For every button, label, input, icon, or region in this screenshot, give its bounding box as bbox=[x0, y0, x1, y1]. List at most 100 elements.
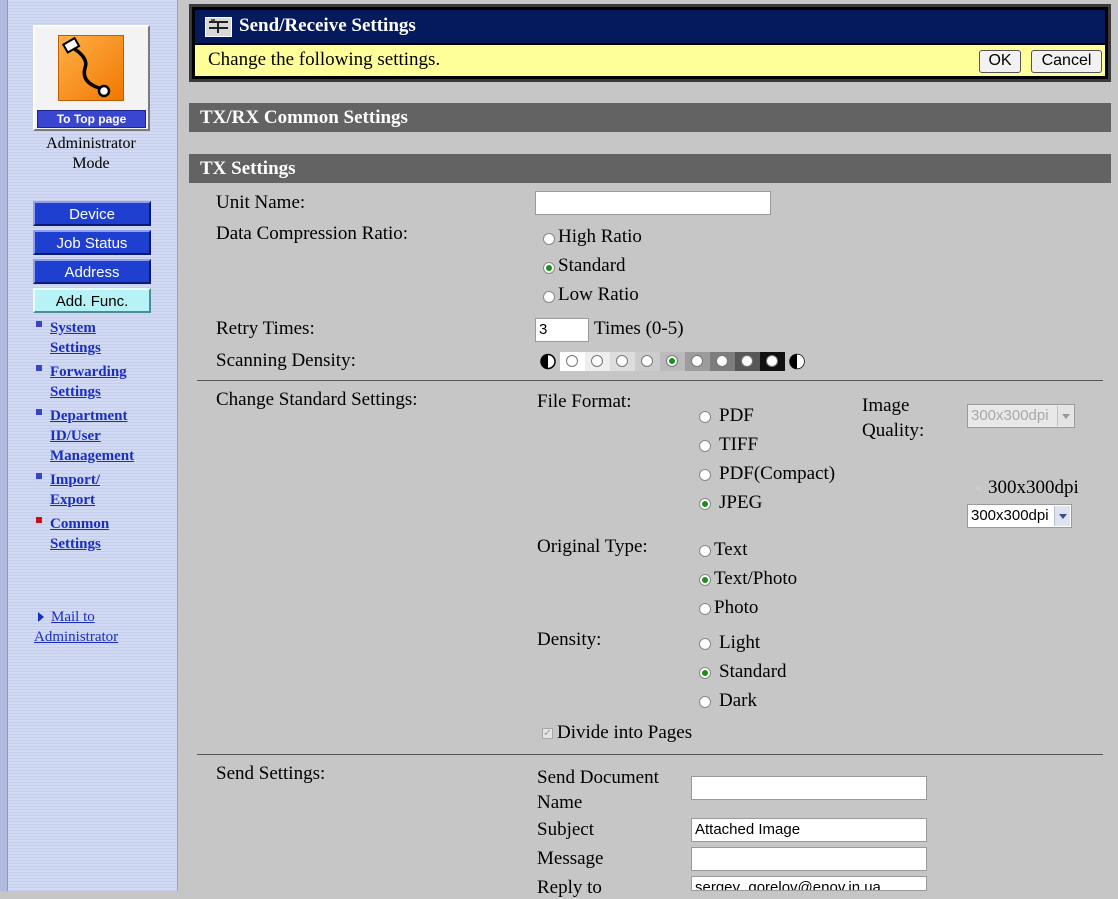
compression-high-label: High Ratio bbox=[558, 226, 642, 247]
scan-density-radio[interactable] bbox=[666, 355, 678, 367]
format-pdf-label: PDF bbox=[719, 405, 754, 426]
unit-name-input[interactable] bbox=[535, 191, 771, 215]
scan-density-radio[interactable] bbox=[716, 355, 728, 367]
page-header: Send/Receive Settings Change the followi… bbox=[189, 4, 1111, 82]
compression-low-radio[interactable] bbox=[543, 291, 555, 303]
divider bbox=[197, 380, 1103, 381]
jpeg-resolution-text: 300x300dpi bbox=[988, 477, 1079, 498]
sidebar-edge bbox=[0, 0, 8, 891]
scan-density-level-7[interactable] bbox=[710, 352, 735, 371]
disabled-radio-icon bbox=[976, 486, 981, 491]
image-quality-select: 300x300dpi bbox=[967, 404, 1075, 428]
format-jpeg-radio[interactable] bbox=[699, 498, 711, 510]
density-standard-radio[interactable] bbox=[699, 667, 711, 679]
subject-input[interactable]: Attached Image bbox=[691, 818, 927, 842]
link-line: System bbox=[50, 320, 96, 336]
doc-name-line: Name bbox=[537, 792, 583, 813]
original-text-photo-label: Text/Photo bbox=[714, 568, 798, 589]
compression-standard-radio[interactable] bbox=[543, 262, 555, 274]
density-standard-label: Standard bbox=[719, 661, 787, 682]
retry-input[interactable]: 3 bbox=[535, 318, 589, 342]
sidebar-link-forwarding-settings[interactable]: Forwarding Settings bbox=[50, 362, 170, 402]
link-line: Export bbox=[50, 492, 95, 508]
header-message-bar: Change the following settings. OK Cancel bbox=[195, 45, 1105, 76]
scan-density-level-8[interactable] bbox=[735, 352, 760, 371]
divide-pages-checkbox[interactable]: ✓ bbox=[542, 728, 553, 739]
jpeg-resolution-select[interactable]: 300x300dpi bbox=[967, 504, 1072, 528]
format-tiff-radio[interactable] bbox=[699, 440, 711, 452]
device-button[interactable]: Device bbox=[33, 201, 151, 226]
mode-line-2: Mode bbox=[72, 155, 110, 172]
bullet-icon bbox=[36, 321, 42, 327]
job-status-button[interactable]: Job Status bbox=[33, 230, 151, 255]
ok-button[interactable]: OK bbox=[979, 50, 1021, 73]
scan-density-radio[interactable] bbox=[741, 355, 753, 367]
link-line: ID/User bbox=[50, 428, 101, 444]
scan-density-level-3[interactable] bbox=[610, 352, 635, 371]
scan-density-radio[interactable] bbox=[566, 355, 578, 367]
scan-density-level-1[interactable] bbox=[560, 352, 585, 371]
compression-standard-label: Standard bbox=[558, 255, 626, 276]
change-standard-label: Change Standard Settings: bbox=[216, 389, 418, 410]
format-pdf-compact-radio[interactable] bbox=[699, 469, 711, 481]
top-page-button[interactable]: To Top page bbox=[33, 25, 150, 131]
mail-to-administrator-link[interactable]: Mail to Administrator bbox=[34, 607, 164, 647]
format-jpeg-label: JPEG bbox=[719, 492, 763, 513]
retry-suffix: Times (0-5) bbox=[594, 318, 684, 339]
chevron-down-icon bbox=[1054, 506, 1070, 526]
section-tx-settings: TX Settings bbox=[189, 154, 1111, 183]
scan-density-level-2[interactable] bbox=[585, 352, 610, 371]
sidebar-link-common-settings[interactable]: Common Settings bbox=[50, 514, 170, 554]
subject-label: Subject bbox=[537, 819, 594, 840]
original-text-radio[interactable] bbox=[699, 545, 711, 557]
link-line: Forwarding bbox=[50, 364, 127, 380]
cancel-button[interactable]: Cancel bbox=[1031, 50, 1102, 73]
scan-density-level-6[interactable] bbox=[685, 352, 710, 371]
original-photo-label: Photo bbox=[714, 597, 759, 618]
scan-density-level-5[interactable] bbox=[660, 352, 685, 371]
compression-label: Data Compression Ratio: bbox=[216, 223, 409, 244]
format-tiff-label: TIFF bbox=[719, 434, 759, 455]
scan-density-radio[interactable] bbox=[641, 355, 653, 367]
format-pdf-radio[interactable] bbox=[699, 411, 711, 423]
top-page-label: To Top page bbox=[37, 110, 146, 128]
density-dark-radio[interactable] bbox=[699, 696, 711, 708]
compression-high-radio[interactable] bbox=[543, 233, 555, 245]
scan-density-radio[interactable] bbox=[691, 355, 703, 367]
section-common-settings[interactable]: TX/RX Common Settings bbox=[189, 103, 1111, 132]
density-light-label: Light bbox=[719, 632, 761, 653]
chevron-down-icon bbox=[1057, 406, 1073, 426]
add-func-button[interactable]: Add. Func. bbox=[33, 288, 151, 313]
original-text-photo-radio[interactable] bbox=[699, 574, 711, 586]
reply-to-label: Reply to bbox=[537, 877, 602, 898]
sidebar-link-import-export[interactable]: Import/ Export bbox=[50, 470, 170, 510]
light-density-icon bbox=[540, 353, 556, 370]
reply-to-input[interactable]: sergey_gorelov@enov.in.ua bbox=[691, 876, 927, 891]
density-light-radio[interactable] bbox=[699, 638, 711, 650]
link-line: Settings bbox=[50, 340, 101, 356]
active-bullet-icon bbox=[36, 517, 42, 523]
retry-label: Retry Times: bbox=[216, 318, 315, 339]
original-photo-radio[interactable] bbox=[699, 603, 711, 615]
original-type-label: Original Type: bbox=[537, 536, 648, 557]
link-line: Import/ bbox=[50, 472, 100, 488]
scan-density-level-4[interactable] bbox=[635, 352, 660, 371]
sidebar-link-system-settings[interactable]: System Settings bbox=[50, 318, 170, 358]
doc-name-line: Send Document bbox=[537, 767, 659, 788]
scan-density-radio[interactable] bbox=[616, 355, 628, 367]
address-button[interactable]: Address bbox=[33, 259, 151, 284]
message-input[interactable] bbox=[691, 847, 927, 871]
scan-density-level-9[interactable] bbox=[760, 352, 785, 371]
divider bbox=[197, 754, 1103, 755]
link-line: Management bbox=[50, 448, 135, 464]
mode-indicator: Administrator Mode bbox=[20, 134, 162, 174]
scan-density-radio[interactable] bbox=[591, 355, 603, 367]
sidebar: To Top page Administrator Mode Device Jo… bbox=[0, 0, 178, 891]
link-line: Settings bbox=[50, 536, 101, 552]
message-label: Message bbox=[537, 848, 604, 869]
sidebar-link-department-management[interactable]: Department ID/User Management bbox=[50, 406, 170, 466]
scan-density-radio[interactable] bbox=[766, 355, 778, 367]
header-title-bar: Send/Receive Settings bbox=[195, 10, 1105, 43]
doc-name-input[interactable] bbox=[691, 776, 927, 800]
select-value: 300x300dpi bbox=[971, 407, 1049, 424]
